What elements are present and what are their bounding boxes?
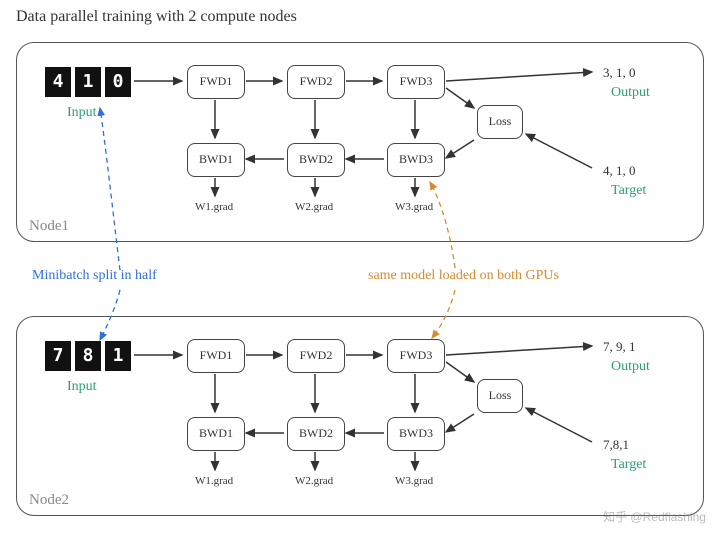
node2-box: Node2 7 8 1 Input FWD1 FWD2 FWD3 Loss BW… — [16, 316, 704, 516]
node2-input-label: Input — [67, 379, 97, 395]
node2-grad1: W1.grad — [195, 475, 233, 487]
node2-output-label: Output — [611, 359, 650, 375]
node2-fwd3: FWD3 — [387, 339, 445, 373]
node1-box: Node1 4 1 0 Input FWD1 FWD2 FWD3 Loss BW… — [16, 42, 704, 242]
node2-loss: Loss — [477, 379, 523, 413]
node1-output: 3, 1, 0 — [603, 65, 636, 81]
annotation-minibatch: Minibatch split in half — [32, 268, 157, 284]
node1-label: Node1 — [29, 218, 69, 235]
node1-target: 4, 1, 0 — [603, 163, 636, 179]
watermark: 知乎 @Redflashing — [603, 508, 706, 525]
node2-output: 7, 9, 1 — [603, 339, 636, 355]
node2-bwd3: BWD3 — [387, 417, 445, 451]
node1-bwd2: BWD2 — [287, 143, 345, 177]
node2-bwd1: BWD1 — [187, 417, 245, 451]
node2-grad3: W3.grad — [395, 475, 433, 487]
node1-grad1: W1.grad — [195, 201, 233, 213]
node2-fwd1: FWD1 — [187, 339, 245, 373]
node1-output-label: Output — [611, 85, 650, 101]
node2-grad2: W2.grad — [295, 475, 333, 487]
node1-loss: Loss — [477, 105, 523, 139]
node1-grad2: W2.grad — [295, 201, 333, 213]
node2-digit-2: 1 — [105, 341, 131, 371]
node1-digit-0: 4 — [45, 67, 71, 97]
node2-digit-0: 7 — [45, 341, 71, 371]
node1-input-label: Input — [67, 105, 97, 121]
node1-fwd1: FWD1 — [187, 65, 245, 99]
diagram-title: Data parallel training with 2 compute no… — [16, 8, 297, 26]
node1-target-label: Target — [611, 183, 646, 199]
node1-digit-1: 1 — [75, 67, 101, 97]
node2-digit-1: 8 — [75, 341, 101, 371]
node1-bwd3: BWD3 — [387, 143, 445, 177]
node1-grad3: W3.grad — [395, 201, 433, 213]
node2-label: Node2 — [29, 492, 69, 509]
node2-target: 7,8,1 — [603, 437, 629, 453]
node2-target-label: Target — [611, 457, 646, 473]
node1-fwd2: FWD2 — [287, 65, 345, 99]
node2-bwd2: BWD2 — [287, 417, 345, 451]
node1-fwd3: FWD3 — [387, 65, 445, 99]
node1-bwd1: BWD1 — [187, 143, 245, 177]
node1-digit-2: 0 — [105, 67, 131, 97]
node2-fwd2: FWD2 — [287, 339, 345, 373]
annotation-same-model: same model loaded on both GPUs — [368, 268, 559, 284]
